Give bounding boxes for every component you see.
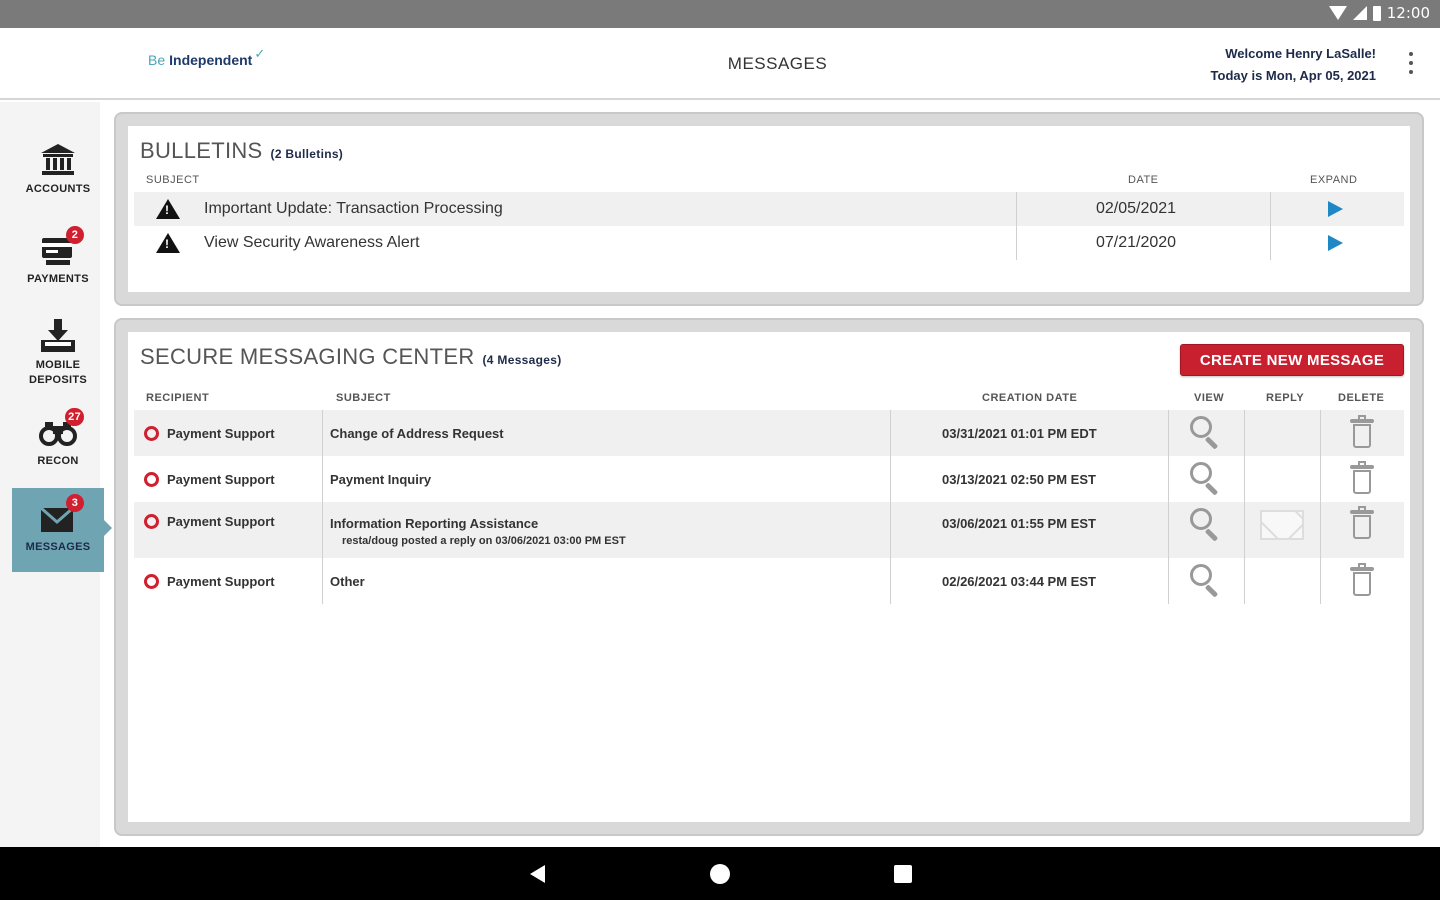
secure-messaging-panel: SECURE MESSAGING CENTER (4 Messages) CREA… [114,318,1424,836]
home-icon[interactable] [710,864,730,884]
message-subject[interactable]: Change of Address Request [330,410,504,456]
back-icon[interactable] [530,865,545,883]
view-magnifier-icon[interactable] [1190,564,1224,598]
delete-trash-icon[interactable] [1350,415,1374,449]
message-recipient: Payment Support [167,425,275,441]
payments-icon: 2 [38,226,84,268]
unread-indicator-icon [144,471,159,487]
sidebar-item-accounts[interactable]: ACCOUNTS [12,142,104,197]
message-recipient: Payment Support [167,573,275,589]
wifi-icon [1328,6,1347,20]
bulletins-header-date: DATE [1128,174,1159,186]
bank-icon [38,142,78,178]
download-tray-icon [38,318,78,354]
messages-header-delete: DELETE [1338,392,1385,404]
unread-indicator-icon [144,573,159,589]
message-row[interactable]: Payment Support Payment Inquiry 03/13/20… [134,456,1404,502]
sidebar-item-label-line2: DEPOSITS [28,374,88,386]
welcome-block: Welcome Henry LaSalle! Today is Mon, Apr… [1211,43,1376,87]
message-subject[interactable]: Other [330,558,365,604]
sidebar-item-payments[interactable]: 2 PAYMENTS [12,226,104,287]
bulletins-title: BULLETINS (2 Bulletins) [140,138,343,164]
warning-icon [156,199,180,219]
today-text: Today is Mon, Apr 05, 2021 [1210,68,1376,83]
bulletins-header-subject: SUBJECT [146,174,200,186]
battery-icon [1372,5,1381,21]
bulletin-date: 07/21/2020 [1096,234,1177,251]
reply-envelope-icon[interactable] [1260,510,1304,540]
messages-header-creation-date: CREATION DATE [982,392,1078,404]
view-magnifier-icon[interactable] [1190,462,1224,496]
sidebar-item-label: PAYMENTS [27,273,89,285]
payments-badge: 2 [66,226,84,244]
bulletin-row[interactable]: Important Update: Transaction Processing… [134,192,1404,226]
recent-apps-icon[interactable] [894,865,912,883]
expand-arrow-icon[interactable] [1328,201,1343,217]
bulletins-header-expand: EXPAND [1310,174,1358,186]
binoculars-icon: 27 [38,408,84,450]
bulletin-date: 02/05/2021 [1096,200,1177,217]
view-magnifier-icon[interactable] [1190,416,1224,450]
delete-trash-icon[interactable] [1350,506,1374,540]
message-row[interactable]: Payment Support Information Reporting As… [134,502,1404,558]
message-subject[interactable]: Payment Inquiry [330,456,431,502]
sidebar-item-recon[interactable]: 27 RECON [12,408,104,469]
messages-header-recipient: RECIPIENT [146,392,210,404]
bulletin-row[interactable]: View Security Awareness Alert 07/21/2020 [134,226,1404,260]
message-date: 02/26/2021 03:44 PM EST [942,573,1096,589]
message-reply-note: resta/doug posted a reply on 03/06/2021 … [342,535,626,547]
message-recipient: Payment Support [167,471,275,487]
messages-header-subject: SUBJECT [336,392,391,404]
unread-indicator-icon [144,425,159,441]
messages-header-view: VIEW [1194,392,1225,404]
welcome-text: Welcome Henry LaSalle! [1225,46,1376,61]
status-bar: 12:00 [0,0,1440,28]
sidebar-item-label: RECON [37,455,79,467]
message-date: 03/06/2021 01:55 PM EST [942,516,1096,531]
sidebar-item-label-line1: MOBILE [35,359,81,371]
sidebar-item-label: MESSAGES [25,541,91,553]
envelope-icon: 3 [38,494,84,536]
status-time: 12:00 [1386,4,1430,22]
bulletin-subject[interactable]: View Security Awareness Alert [204,226,420,260]
messages-badge: 3 [66,494,84,512]
view-magnifier-icon[interactable] [1190,508,1224,542]
app-header: Be Independent ✓ MESSAGES Welcome Henry … [0,28,1440,100]
unread-indicator-icon [144,514,159,529]
message-date: 03/13/2021 02:50 PM EST [942,471,1096,487]
sidebar-item-mobile-deposits[interactable]: MOBILE DEPOSITS [12,318,104,388]
messaging-count: (4 Messages) [482,353,562,367]
expand-arrow-icon[interactable] [1328,235,1343,251]
system-nav-bar [0,847,1440,900]
recon-badge: 27 [65,408,84,426]
message-recipient: Payment Support [167,514,275,529]
bulletins-count: (2 Bulletins) [270,147,344,161]
delete-trash-icon[interactable] [1350,563,1374,597]
overflow-menu-icon[interactable] [1408,52,1414,74]
messaging-title: SECURE MESSAGING CENTER (4 Messages) [140,344,562,370]
sidebar: ACCOUNTS 2 PAYMENTS MOBILE DEPOSITS 27 R… [0,102,112,847]
message-subject[interactable]: Information Reporting Assistance [330,516,538,531]
delete-trash-icon[interactable] [1350,461,1374,495]
bulletin-subject[interactable]: Important Update: Transaction Processing [204,192,503,226]
sidebar-item-messages[interactable]: 3 MESSAGES [12,488,112,572]
message-date: 03/31/2021 01:01 PM EDT [942,425,1097,441]
signal-icon [1352,6,1367,20]
bulletins-title-text: BULLETINS [140,138,263,163]
warning-icon [156,233,180,253]
messaging-title-text: SECURE MESSAGING CENTER [140,344,475,369]
bulletins-panel: BULLETINS (2 Bulletins) SUBJECT DATE EXPA… [114,112,1424,306]
sidebar-item-label: ACCOUNTS [25,183,91,195]
message-row[interactable]: Payment Support Other 02/26/2021 03:44 P… [134,558,1404,604]
messages-header-reply: REPLY [1266,392,1305,404]
message-row[interactable]: Payment Support Change of Address Reques… [134,410,1404,456]
create-new-message-button[interactable]: CREATE NEW MESSAGE [1180,344,1404,376]
